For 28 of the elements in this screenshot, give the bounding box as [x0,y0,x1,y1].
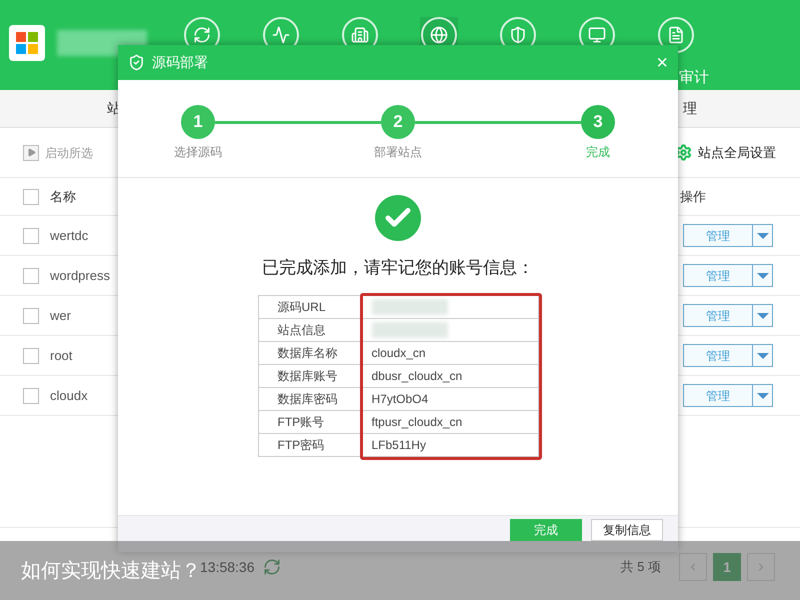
info-value: dbusr_cloudx_cn [372,368,462,382]
info-label: 站点信息 [258,318,361,341]
success-message: 已完成添加，请牢记您的账号信息： [262,257,534,279]
site-name: wordpress [50,266,110,285]
info-value: H7ytObO4 [372,392,428,406]
info-value: ftpusr_cloudx_cn [372,414,462,428]
info-label: 数据库名称 [258,341,361,364]
info-label: 数据库账号 [258,364,361,387]
caption-text: 如何实现快速建站？ [21,558,201,584]
update-time: 13:58:36 [200,558,254,576]
site-name: root [50,346,72,365]
info-label: 数据库密码 [258,387,361,410]
info-label: FTP密码 [258,433,361,456]
site-name: wertdc [50,226,88,245]
info-value: cloudx_cn [372,346,426,360]
step-label: 选择源码 [174,144,222,161]
nav-label: 审计 [679,68,709,88]
step-label: 部署站点 [374,144,422,161]
info-value: LFb511Hy [372,438,426,452]
dialog-title: 源码部署 [152,53,208,72]
item-count: 共 5 项 [620,558,661,576]
site-name: cloudx [50,386,88,405]
info-label: FTP账号 [258,410,361,433]
step-label: 完成 [586,144,610,161]
site-name: wer [50,306,71,325]
info-label: 源码URL [258,295,361,318]
column-header: 操作 [680,188,706,206]
column-header: 名称 [50,188,76,206]
